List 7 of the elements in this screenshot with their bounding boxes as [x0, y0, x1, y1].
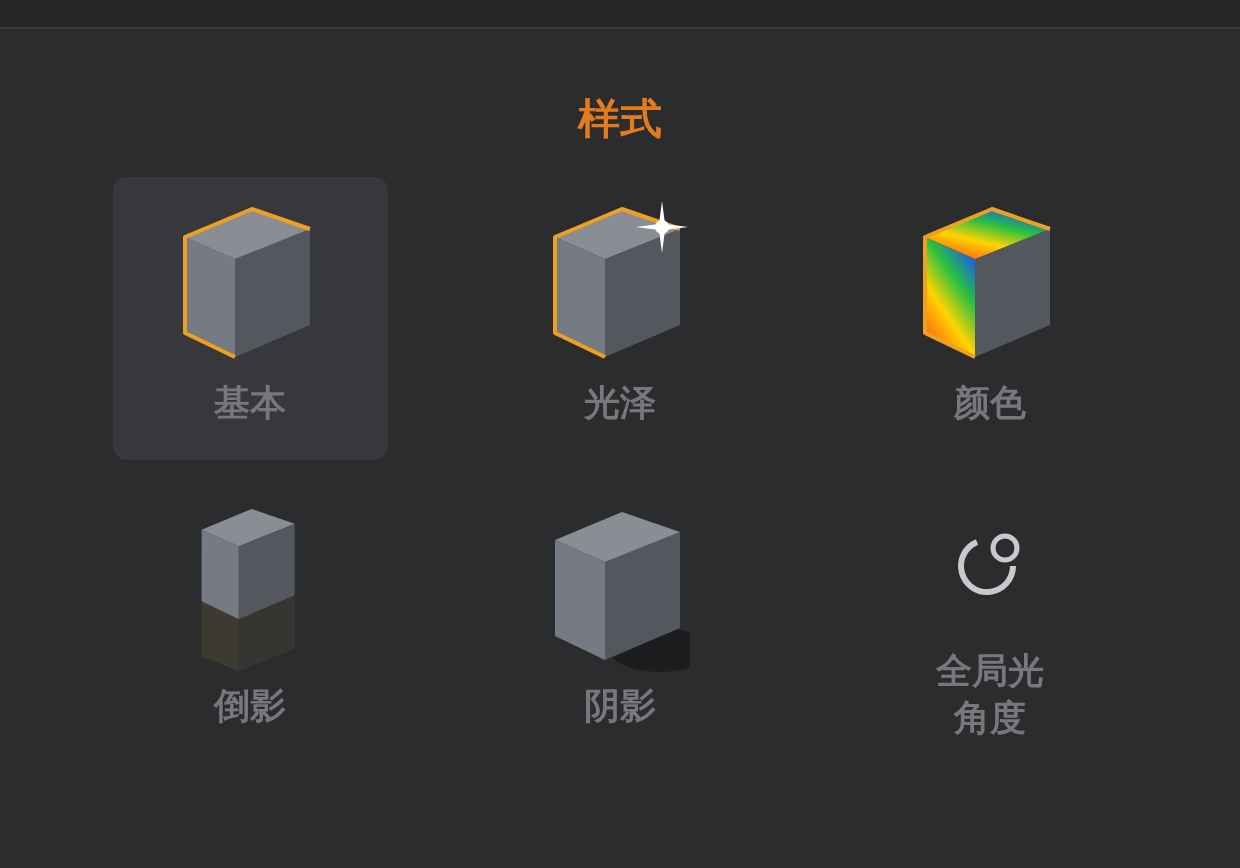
style-option[interactable]: 全局光角度 — [852, 480, 1128, 763]
style-option[interactable]: 颜色 — [852, 177, 1128, 460]
style-option[interactable]: 倒影 — [112, 480, 388, 763]
style-option[interactable]: 光泽 — [482, 177, 758, 460]
style-option[interactable]: 阴影 — [482, 480, 758, 763]
style-option[interactable]: 基本 — [112, 177, 388, 460]
section-title: 样式 — [578, 93, 662, 145]
